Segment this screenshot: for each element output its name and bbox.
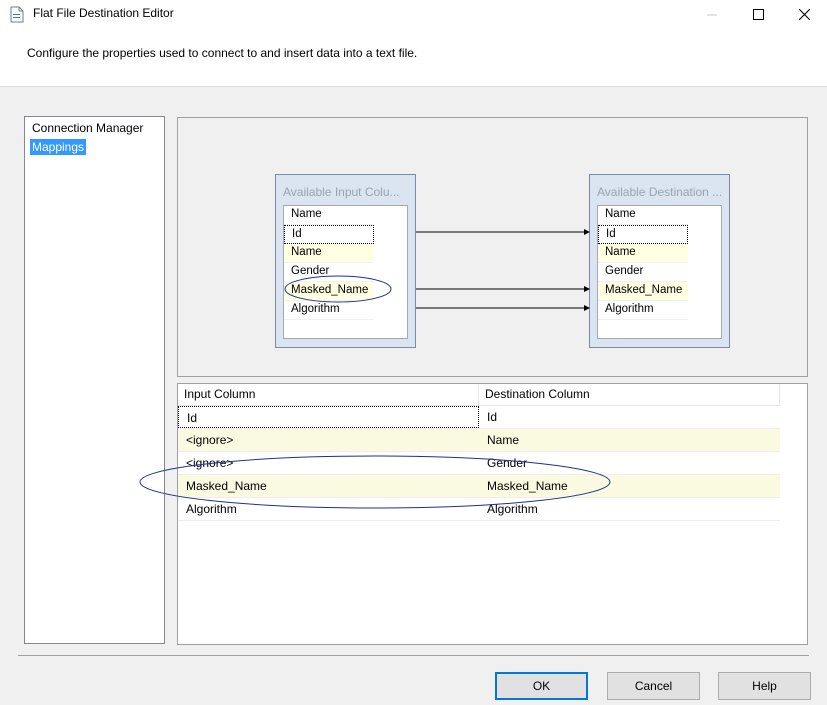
destination-column-cell[interactable]: Gender	[479, 452, 780, 474]
input-column-list: Name Id Name Gender Masked_Name Algorith…	[283, 205, 408, 339]
input-column-item[interactable]: Gender	[284, 263, 374, 282]
window-title: Flat File Destination Editor	[33, 6, 174, 20]
table-row: <ignore> Gender	[178, 452, 780, 475]
dialog-body: Configure the properties used to connect…	[0, 29, 827, 705]
dialog-description: Configure the properties used to connect…	[27, 46, 418, 60]
input-column-cell[interactable]: Id	[178, 406, 479, 428]
available-input-columns-table[interactable]: Available Input Colu... Name Id Name Gen…	[275, 174, 416, 348]
mapping-diagram: Available Input Colu... Name Id Name Gen…	[177, 117, 808, 377]
close-button[interactable]	[781, 0, 827, 29]
destination-table-title: Available Destination ...	[597, 185, 723, 199]
button-separator	[18, 655, 809, 656]
destination-column-item[interactable]: Masked_Name	[598, 282, 688, 301]
header-band: Configure the properties used to connect…	[0, 29, 827, 87]
input-column-cell[interactable]: <ignore>	[178, 429, 479, 451]
destination-column-item[interactable]: Id	[598, 225, 688, 244]
destination-column-header: Destination Column	[479, 384, 780, 406]
destination-column-item[interactable]: Algorithm	[598, 301, 688, 320]
table-row: Masked_Name Masked_Name	[178, 475, 780, 498]
table-row: Algorithm Algorithm	[178, 498, 780, 521]
destination-column-cell[interactable]: Algorithm	[479, 498, 780, 520]
input-column-item[interactable]: Masked_Name	[284, 282, 374, 301]
table-row: <ignore> Name	[178, 429, 780, 452]
minimize-icon	[707, 14, 717, 15]
destination-column-cell[interactable]: Name	[479, 429, 780, 451]
grid-header: Input Column Destination Column	[178, 384, 780, 406]
document-icon	[10, 6, 24, 23]
destination-column-cell[interactable]: Masked_Name	[479, 475, 780, 497]
input-column-cell[interactable]: Masked_Name	[178, 475, 479, 497]
help-button[interactable]: Help	[718, 672, 811, 700]
cancel-button[interactable]: Cancel	[607, 672, 700, 700]
destination-column-list: Name Id Name Gender Masked_Name Algorith…	[597, 205, 722, 339]
minimize-button[interactable]	[689, 0, 735, 29]
input-column-item[interactable]: Name	[284, 206, 374, 225]
ok-button[interactable]: OK	[495, 672, 588, 700]
destination-column-item[interactable]: Name	[598, 244, 688, 263]
destination-column-item[interactable]: Name	[598, 206, 688, 225]
input-column-cell[interactable]: <ignore>	[178, 452, 479, 474]
input-table-title: Available Input Colu...	[283, 185, 400, 199]
available-destination-columns-table[interactable]: Available Destination ... Name Id Name G…	[589, 174, 730, 348]
mapping-grid: Input Column Destination Column Id Id <i…	[177, 383, 808, 645]
title-bar: Flat File Destination Editor	[0, 0, 827, 29]
nav-item-connection-manager[interactable]: Connection Manager	[30, 120, 145, 136]
input-column-cell[interactable]: Algorithm	[178, 498, 479, 520]
input-column-item[interactable]: Name	[284, 244, 374, 263]
close-icon	[798, 9, 810, 20]
input-column-item[interactable]: Id	[284, 225, 374, 244]
destination-column-cell[interactable]: Id	[479, 406, 780, 428]
nav-item-mappings[interactable]: Mappings	[30, 139, 87, 155]
table-row: Id Id	[178, 406, 780, 429]
maximize-button[interactable]	[735, 0, 781, 29]
input-column-header: Input Column	[178, 384, 479, 406]
input-column-item[interactable]: Algorithm	[284, 301, 374, 320]
maximize-icon	[752, 9, 764, 20]
destination-column-item[interactable]: Gender	[598, 263, 688, 282]
nav-panel: Connection Manager Mappings	[24, 116, 165, 644]
